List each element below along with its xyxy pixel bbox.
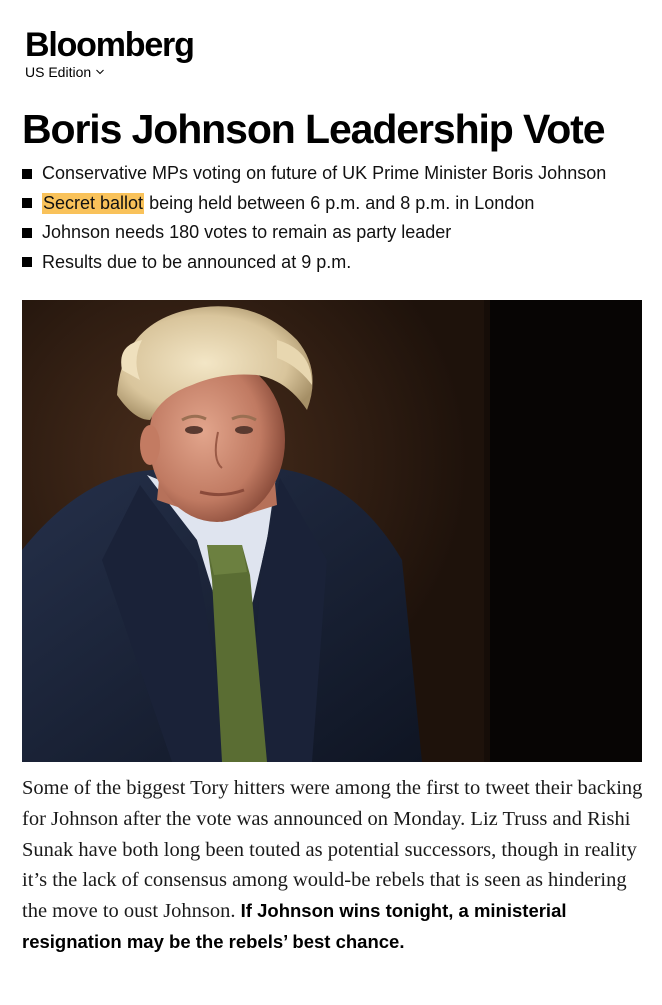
key-point: Secret ballot being held between 6 p.m. … [22,189,606,219]
key-point: Johnson needs 180 votes to remain as par… [22,218,606,248]
bullet-square-icon [22,227,32,238]
key-point: Conservative MPs voting on future of UK … [22,159,606,189]
key-point: Results due to be announced at 9 p.m. [22,248,606,278]
highlighted-term[interactable]: Secret ballot [42,192,145,214]
page-title: Boris Johnson Leadership Vote [22,106,606,152]
bloomberg-logo[interactable]: Bloomberg [25,27,195,63]
chevron-down-icon [96,69,105,75]
key-point-text: being held between 6 p.m. and 8 p.m. in … [144,192,535,213]
edition-selector[interactable]: US Edition [25,63,194,81]
edition-label: US Edition [25,64,92,80]
key-point-text: Conservative MPs voting on future of UK … [42,163,607,184]
bullet-square-icon [22,257,32,268]
bullet-square-icon [22,168,32,179]
portrait-illustration [22,300,642,762]
article-photo [22,300,642,762]
key-points-list: Conservative MPs voting on future of UK … [22,159,606,277]
key-point-text: Johnson needs 180 votes to remain as par… [42,222,452,243]
bullet-square-icon [22,198,32,209]
brand-header: Bloomberg US Edition [25,27,195,81]
key-point-text: Results due to be announced at 9 p.m. [42,251,352,272]
article-paragraph: Some of the biggest Tory hitters were am… [22,773,644,958]
